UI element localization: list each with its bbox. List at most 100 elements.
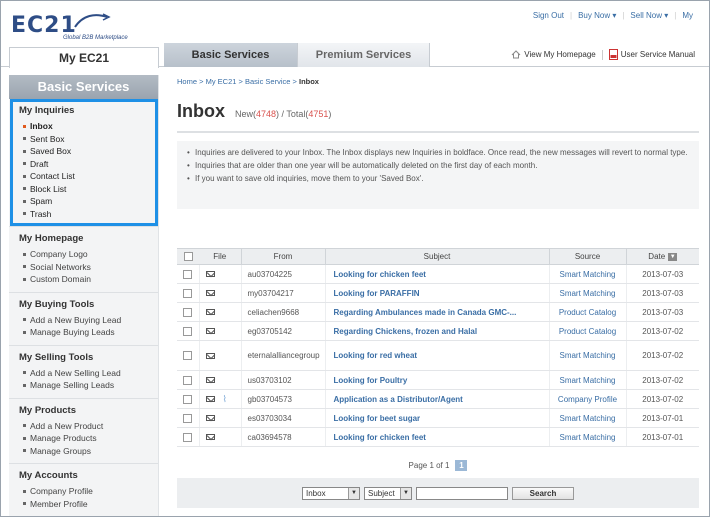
sort-desc-icon[interactable]: ▼ (668, 252, 678, 261)
date-cell: 2013-07-03 (625, 302, 699, 322)
envelope-icon (205, 328, 215, 334)
sidebar-item-manage-groups[interactable]: Manage Groups (19, 445, 158, 458)
sidebar-item-manage-products[interactable]: Manage Products (19, 432, 158, 445)
table-row[interactable]: my03704217 Looking for PARAFFIN Smart Matc… (177, 283, 699, 303)
table-row[interactable]: eg03705142 Regarding Chickens, frozen and… (177, 321, 699, 341)
file-cell (198, 283, 241, 303)
notice-item: If you want to save old inquiries, move … (187, 173, 689, 184)
from-cell: au03704225 (240, 264, 325, 284)
table-row[interactable]: au03704225 Looking for chicken feet Smart … (177, 264, 699, 284)
from-header[interactable]: From (240, 248, 325, 265)
from-cell: eternalalliancegroup (240, 340, 325, 371)
envelope-icon (205, 415, 215, 421)
date-cell: 2013-07-03 (625, 264, 699, 284)
source-link[interactable]: Company Profile (548, 389, 626, 409)
field-select[interactable]: Subject ▼ (364, 486, 412, 500)
envelope-icon (205, 377, 215, 383)
ec21-logo[interactable]: EC21 Global B2B Marketplace (11, 13, 128, 43)
table-row[interactable]: celiachen9668 Regarding Ambulances made i… (177, 302, 699, 322)
subject-link[interactable]: Looking for Poultry (324, 370, 549, 390)
sell-now-menu[interactable]: Sell Now ▾ (624, 11, 674, 20)
source-link[interactable]: Smart Matching (548, 370, 626, 390)
source-link[interactable]: Smart Matching (548, 408, 626, 428)
file-icons (200, 377, 241, 383)
table-row[interactable]: us03703102 Looking for Poultry Smart Match… (177, 370, 699, 390)
subject-link[interactable]: Regarding Chickens, frozen and Halal (324, 321, 549, 341)
buy-now-menu[interactable]: Buy Now ▾ (572, 11, 622, 20)
sidebar-item-spam[interactable]: Spam (19, 195, 158, 208)
main-content: Home > My EC21 > Basic Service > Inbox I… (177, 75, 699, 508)
source-link[interactable]: Smart Matching (548, 264, 626, 284)
sidebar-item-manage-buying-leads[interactable]: Manage Buying Leads (19, 326, 158, 339)
sidebar-item-contact-list[interactable]: Contact List (19, 170, 158, 183)
row-checkbox[interactable] (183, 394, 193, 404)
subject-header[interactable]: Subject (324, 248, 549, 265)
view-homepage-link[interactable]: View My Homepage (505, 50, 601, 59)
sidebar-item-add-buying-lead[interactable]: Add a New Buying Lead (19, 314, 158, 327)
sidebar-item-label: Social Networks (30, 261, 91, 272)
search-button[interactable]: Search (512, 486, 574, 500)
tab-basic-services[interactable]: Basic Services (164, 43, 297, 67)
sidebar-item-draft[interactable]: Draft (19, 158, 158, 171)
sidebar-item-add-product[interactable]: Add a New Product (19, 420, 158, 433)
table-row[interactable]: ca03694578 Looking for chicken feet Smart … (177, 427, 699, 447)
row-checkbox[interactable] (183, 351, 193, 361)
table-row[interactable]: ⌇ gb03704573 Application as a Distributor/… (177, 389, 699, 409)
table-row[interactable]: es03703034 Looking for beet sugar Smart Ma… (177, 408, 699, 428)
select-all-checkbox[interactable] (183, 252, 193, 262)
row-checkbox[interactable] (183, 375, 193, 385)
sidebar-item-company-profile[interactable]: Company Profile (19, 485, 158, 498)
breadcrumb-home[interactable]: Home (177, 77, 197, 86)
sign-out-link[interactable]: Sign Out (527, 11, 570, 20)
tab-my-ec21[interactable]: My EC21 (9, 47, 159, 68)
row-checkbox[interactable] (183, 432, 193, 442)
subject-link[interactable]: Looking for beet sugar (324, 408, 549, 428)
notice-box: Inquiries are delivered to your Inbox. T… (177, 141, 699, 209)
sidebar-item-company-logo[interactable]: Company Logo (19, 248, 158, 261)
source-header[interactable]: Source (548, 248, 626, 265)
sidebar-item-label: Add a New Selling Lead (30, 367, 121, 378)
sidebar-item-saved-box[interactable]: Saved Box (19, 145, 158, 158)
row-checkbox[interactable] (183, 307, 193, 317)
sidebar-item-block-list[interactable]: Block List (19, 183, 158, 196)
source-link[interactable]: Product Catalog (548, 302, 626, 322)
subject-link[interactable]: Looking for red wheat (324, 340, 549, 371)
subject-link[interactable]: Application as a Distributor/Agent (324, 389, 549, 409)
breadcrumb-sep: > (290, 77, 299, 86)
user-manual-link[interactable]: User Service Manual (603, 49, 701, 60)
sidebar-item-custom-domain[interactable]: Custom Domain (19, 273, 158, 286)
row-checkbox[interactable] (183, 269, 193, 279)
sidebar-item-social-networks[interactable]: Social Networks (19, 261, 158, 274)
source-link[interactable]: Smart Matching (548, 427, 626, 447)
sidebar-item-manage-selling-leads[interactable]: Manage Selling Leads (19, 379, 158, 392)
bullet-icon (23, 277, 26, 281)
subject-link[interactable]: Looking for chicken feet (324, 264, 549, 284)
table-row[interactable]: eternalalliancegroup Looking for red whea… (177, 340, 699, 371)
file-cell (198, 408, 241, 428)
sidebar-item-add-selling-lead[interactable]: Add a New Selling Lead (19, 367, 158, 380)
bullet-icon (23, 449, 26, 453)
subject-link[interactable]: Looking for chicken feet (324, 427, 549, 447)
breadcrumb-my-ec21[interactable]: My EC21 (206, 77, 237, 86)
row-checkbox[interactable] (183, 413, 193, 423)
envelope-icon (205, 396, 215, 402)
file-icons (200, 271, 241, 277)
sidebar-item-trash[interactable]: Trash (19, 208, 158, 221)
source-link[interactable]: Smart Matching (548, 340, 626, 371)
page-1-button[interactable]: 1 (455, 460, 468, 471)
tab-premium-services[interactable]: Premium Services (297, 43, 430, 67)
sidebar-item-inbox[interactable]: Inbox (19, 120, 158, 133)
breadcrumb-basic-service[interactable]: Basic Service (245, 77, 290, 86)
sidebar-item-member-profile[interactable]: Member Profile (19, 498, 158, 511)
sidebar-item-sent-box[interactable]: Sent Box (19, 133, 158, 146)
subject-link[interactable]: Regarding Ambulances made in Canada GMC-… (324, 302, 549, 322)
box-select[interactable]: Inbox ▼ (302, 486, 360, 500)
source-link[interactable]: Smart Matching (548, 283, 626, 303)
my-link[interactable]: My (676, 11, 699, 20)
row-checkbox[interactable] (183, 326, 193, 336)
row-checkbox[interactable] (183, 288, 193, 298)
source-link[interactable]: Product Catalog (548, 321, 626, 341)
search-input[interactable] (416, 486, 508, 500)
subject-link[interactable]: Looking for PARAFFIN (324, 283, 549, 303)
date-header[interactable]: Date ▼ (625, 248, 699, 265)
